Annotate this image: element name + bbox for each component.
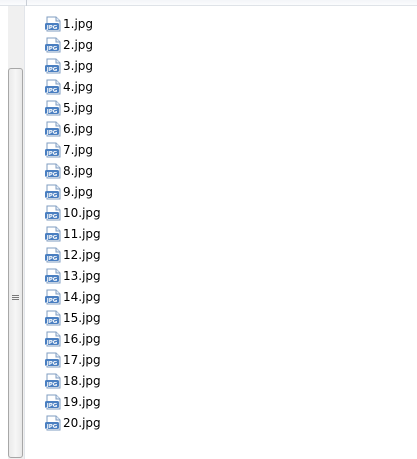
jpg-file-icon: JPG <box>45 394 61 409</box>
jpg-file-icon: JPG <box>45 226 61 241</box>
file-item-1[interactable]: JPG 1.jpg <box>44 13 101 34</box>
svg-text:JPG: JPG <box>46 402 58 408</box>
file-item-4[interactable]: JPG 4.jpg <box>44 76 101 97</box>
file-name: 11.jpg <box>63 226 101 241</box>
jpg-file-icon: JPG <box>45 331 61 346</box>
file-item-19[interactable]: JPG 19.jpg <box>44 391 101 412</box>
jpg-file-icon: JPG <box>45 58 61 73</box>
svg-text:JPG: JPG <box>46 150 58 156</box>
file-name: 19.jpg <box>63 394 101 409</box>
svg-text:JPG: JPG <box>46 255 58 261</box>
file-name: 7.jpg <box>63 142 94 157</box>
file-name: 10.jpg <box>63 205 101 220</box>
jpg-file-icon: JPG <box>45 289 61 304</box>
column-divider[interactable] <box>26 0 27 6</box>
file-name: 9.jpg <box>63 184 94 199</box>
svg-text:JPG: JPG <box>46 360 58 366</box>
file-name: 15.jpg <box>63 310 101 325</box>
file-item-13[interactable]: JPG 13.jpg <box>44 265 101 286</box>
file-item-14[interactable]: JPG 14.jpg <box>44 286 101 307</box>
file-item-16[interactable]: JPG 16.jpg <box>44 328 101 349</box>
jpg-file-icon: JPG <box>45 163 61 178</box>
file-item-9[interactable]: JPG 9.jpg <box>44 181 101 202</box>
svg-text:JPG: JPG <box>46 192 58 198</box>
jpg-file-icon: JPG <box>45 37 61 52</box>
jpg-file-icon: JPG <box>45 310 61 325</box>
svg-text:JPG: JPG <box>46 129 58 135</box>
file-item-20[interactable]: JPG 20.jpg <box>44 412 101 433</box>
file-name: 4.jpg <box>63 79 94 94</box>
svg-text:JPG: JPG <box>46 297 58 303</box>
file-name: 3.jpg <box>63 58 94 73</box>
file-list: JPG 1.jpg JPG 2.jpg JPG 3.jpg JPG 4.jpg <box>44 13 101 433</box>
jpg-file-icon: JPG <box>45 415 61 430</box>
jpg-file-icon: JPG <box>45 121 61 136</box>
jpg-file-icon: JPG <box>45 142 61 157</box>
file-name: 16.jpg <box>63 331 101 346</box>
file-item-3[interactable]: JPG 3.jpg <box>44 55 101 76</box>
scrollbar-grip-icon <box>12 295 19 301</box>
file-name: 13.jpg <box>63 268 101 283</box>
file-item-15[interactable]: JPG 15.jpg <box>44 307 101 328</box>
svg-text:JPG: JPG <box>46 24 58 30</box>
file-name: 6.jpg <box>63 121 94 136</box>
file-item-6[interactable]: JPG 6.jpg <box>44 118 101 139</box>
svg-text:JPG: JPG <box>46 213 58 219</box>
jpg-file-icon: JPG <box>45 16 61 31</box>
jpg-file-icon: JPG <box>45 184 61 199</box>
file-name: 2.jpg <box>63 37 94 52</box>
jpg-file-icon: JPG <box>45 247 61 262</box>
svg-text:JPG: JPG <box>46 318 58 324</box>
file-item-11[interactable]: JPG 11.jpg <box>44 223 101 244</box>
svg-text:JPG: JPG <box>46 276 58 282</box>
file-explorer-pane: JPG 1.jpg JPG 2.jpg JPG 3.jpg JPG 4.jpg <box>0 0 417 459</box>
svg-text:JPG: JPG <box>46 87 58 93</box>
file-item-2[interactable]: JPG 2.jpg <box>44 34 101 55</box>
file-name: 5.jpg <box>63 100 94 115</box>
jpg-file-icon: JPG <box>45 268 61 283</box>
svg-text:JPG: JPG <box>46 66 58 72</box>
svg-text:JPG: JPG <box>46 234 58 240</box>
file-name: 17.jpg <box>63 352 101 367</box>
file-item-17[interactable]: JPG 17.jpg <box>44 349 101 370</box>
jpg-file-icon: JPG <box>45 352 61 367</box>
svg-text:JPG: JPG <box>46 45 58 51</box>
jpg-file-icon: JPG <box>45 79 61 94</box>
file-name: 8.jpg <box>63 163 94 178</box>
file-item-7[interactable]: JPG 7.jpg <box>44 139 101 160</box>
scrollbar-thumb[interactable] <box>8 68 23 458</box>
file-name: 18.jpg <box>63 373 101 388</box>
file-item-8[interactable]: JPG 8.jpg <box>44 160 101 181</box>
svg-text:JPG: JPG <box>46 108 58 114</box>
vertical-scrollbar[interactable] <box>0 6 25 459</box>
file-name: 14.jpg <box>63 289 101 304</box>
file-item-12[interactable]: JPG 12.jpg <box>44 244 101 265</box>
pane-header-edge <box>0 0 417 6</box>
jpg-file-icon: JPG <box>45 100 61 115</box>
file-item-18[interactable]: JPG 18.jpg <box>44 370 101 391</box>
svg-text:JPG: JPG <box>46 423 58 429</box>
file-name: 1.jpg <box>63 16 94 31</box>
jpg-file-icon: JPG <box>45 205 61 220</box>
file-name: 12.jpg <box>63 247 101 262</box>
file-item-5[interactable]: JPG 5.jpg <box>44 97 101 118</box>
file-item-10[interactable]: JPG 10.jpg <box>44 202 101 223</box>
jpg-file-icon: JPG <box>45 373 61 388</box>
svg-text:JPG: JPG <box>46 381 58 387</box>
svg-text:JPG: JPG <box>46 171 58 177</box>
file-name: 20.jpg <box>63 415 101 430</box>
svg-text:JPG: JPG <box>46 339 58 345</box>
